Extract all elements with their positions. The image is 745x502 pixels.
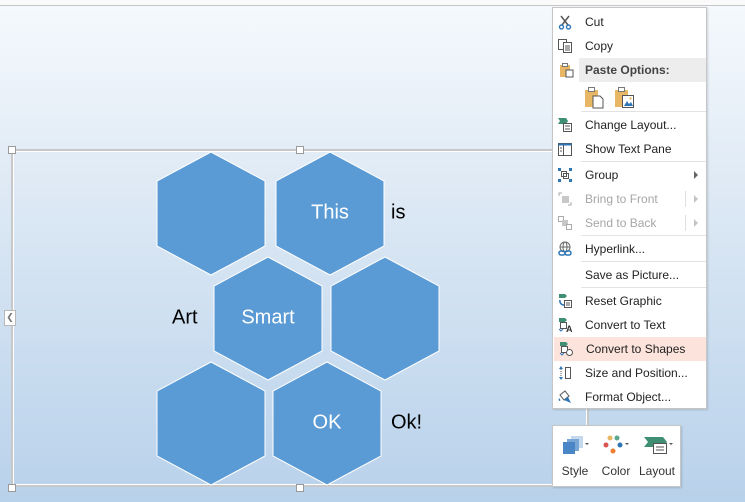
menu-item-reset-graphic[interactable]: Reset Graphic: [553, 289, 706, 313]
paste-keep-source-icon[interactable]: [583, 85, 607, 109]
side-text-is[interactable]: is: [391, 202, 405, 225]
reset-graphic-icon: [559, 294, 572, 308]
hyperlink-icon: [558, 241, 572, 256]
menu-item-format-object[interactable]: Format Object...: [553, 385, 706, 409]
menu-separator: [581, 287, 706, 288]
hexagon-4[interactable]: [330, 256, 440, 381]
menu-item-show-text-pane[interactable]: Show Text Pane: [553, 137, 706, 161]
convert-to-text-icon: A: [558, 318, 573, 333]
menu-item-hyperlink[interactable]: Hyperlink...: [553, 237, 706, 261]
style-button-label: Style: [561, 464, 589, 478]
paste-picture-icon[interactable]: [613, 85, 637, 109]
submenu-arrow-icon: [694, 195, 698, 203]
style-button[interactable]: Style: [555, 430, 595, 484]
menu-item-label: Size and Position...: [585, 366, 688, 380]
menu-item-label: Show Text Pane: [585, 142, 672, 156]
menu-item-label: Convert to Shapes: [586, 342, 686, 356]
menu-separator: [581, 235, 706, 236]
menu-item-bring-to-front[interactable]: Bring to Front: [553, 187, 706, 211]
menu-item-label: Format Object...: [585, 390, 672, 404]
convert-to-shapes-icon: [559, 342, 573, 356]
menu-item-cut[interactable]: Cut: [553, 10, 706, 34]
hexagon-1[interactable]: [156, 151, 266, 276]
hexagon-5[interactable]: [156, 361, 266, 486]
paste-options-header: Paste Options:: [579, 58, 706, 82]
color-button-label: Color: [601, 464, 631, 478]
split-divider: [685, 191, 686, 207]
svg-text:A: A: [566, 324, 573, 333]
menu-item-send-to-back[interactable]: Send to Back: [553, 211, 706, 235]
size-position-icon: [559, 366, 571, 380]
menu-item-label: Reset Graphic: [585, 294, 662, 308]
menu-item-label: Bring to Front: [585, 192, 658, 206]
submenu-arrow-icon: [694, 219, 698, 227]
menu-item-change-layout[interactable]: Change Layout...: [553, 113, 706, 137]
paste-options-row: [583, 85, 643, 111]
scissors-icon: [558, 15, 572, 30]
menu-item-save-as-picture[interactable]: Save as Picture...: [553, 263, 706, 287]
copy-icon: [558, 39, 572, 53]
menu-item-copy[interactable]: Copy: [553, 34, 706, 58]
menu-item-label: Hyperlink...: [585, 242, 646, 256]
menu-separator: [581, 111, 706, 112]
menu-item-label: Change Layout...: [585, 118, 677, 132]
menu-item-group[interactable]: Group: [553, 163, 706, 187]
bring-to-front-icon: [558, 192, 572, 206]
menu-item-label: Copy: [585, 39, 614, 53]
color-button[interactable]: Color: [596, 430, 636, 484]
menu-item-convert-to-text[interactable]: A Convert to Text: [553, 313, 706, 337]
menu-separator: [581, 161, 706, 162]
group-icon: [558, 168, 572, 182]
menu-item-convert-to-shapes[interactable]: Convert to Shapes: [554, 337, 706, 361]
color-icon: [603, 435, 629, 454]
send-to-back-icon: [558, 216, 572, 230]
menu-item-label: Send to Back: [585, 216, 657, 230]
change-layout-icon: [558, 118, 572, 132]
menu-item-label: Group: [585, 168, 619, 182]
format-object-icon: [558, 390, 571, 403]
menu-item-label: Paste Options:: [585, 63, 670, 77]
paste-icon: [560, 63, 574, 78]
context-menu: Cut Copy Paste Options: Change Layout...…: [552, 7, 707, 409]
menu-item-size-and-position[interactable]: Size and Position...: [553, 361, 706, 385]
hexagon-3-text[interactable]: Smart: [241, 307, 294, 330]
layout-button-label: Layout: [638, 464, 676, 478]
hexagon-6-text[interactable]: OK: [313, 412, 342, 435]
style-icon: [563, 436, 589, 454]
hexagon-2-text[interactable]: This: [311, 202, 349, 225]
menu-item-label: Cut: [585, 15, 604, 29]
split-divider: [685, 215, 686, 231]
menu-item-label: Save as Picture...: [585, 268, 680, 282]
submenu-arrow-icon: [694, 171, 698, 179]
layout-button[interactable]: Layout: [637, 430, 677, 484]
mini-toolbar: Style Color Layout: [552, 425, 681, 487]
side-text-art[interactable]: Art: [172, 307, 198, 330]
text-pane-icon: [558, 143, 572, 156]
menu-item-label: Convert to Text: [585, 318, 666, 332]
side-text-ok[interactable]: Ok!: [391, 412, 422, 435]
layout-icon: [644, 437, 673, 454]
menu-separator: [581, 261, 706, 262]
